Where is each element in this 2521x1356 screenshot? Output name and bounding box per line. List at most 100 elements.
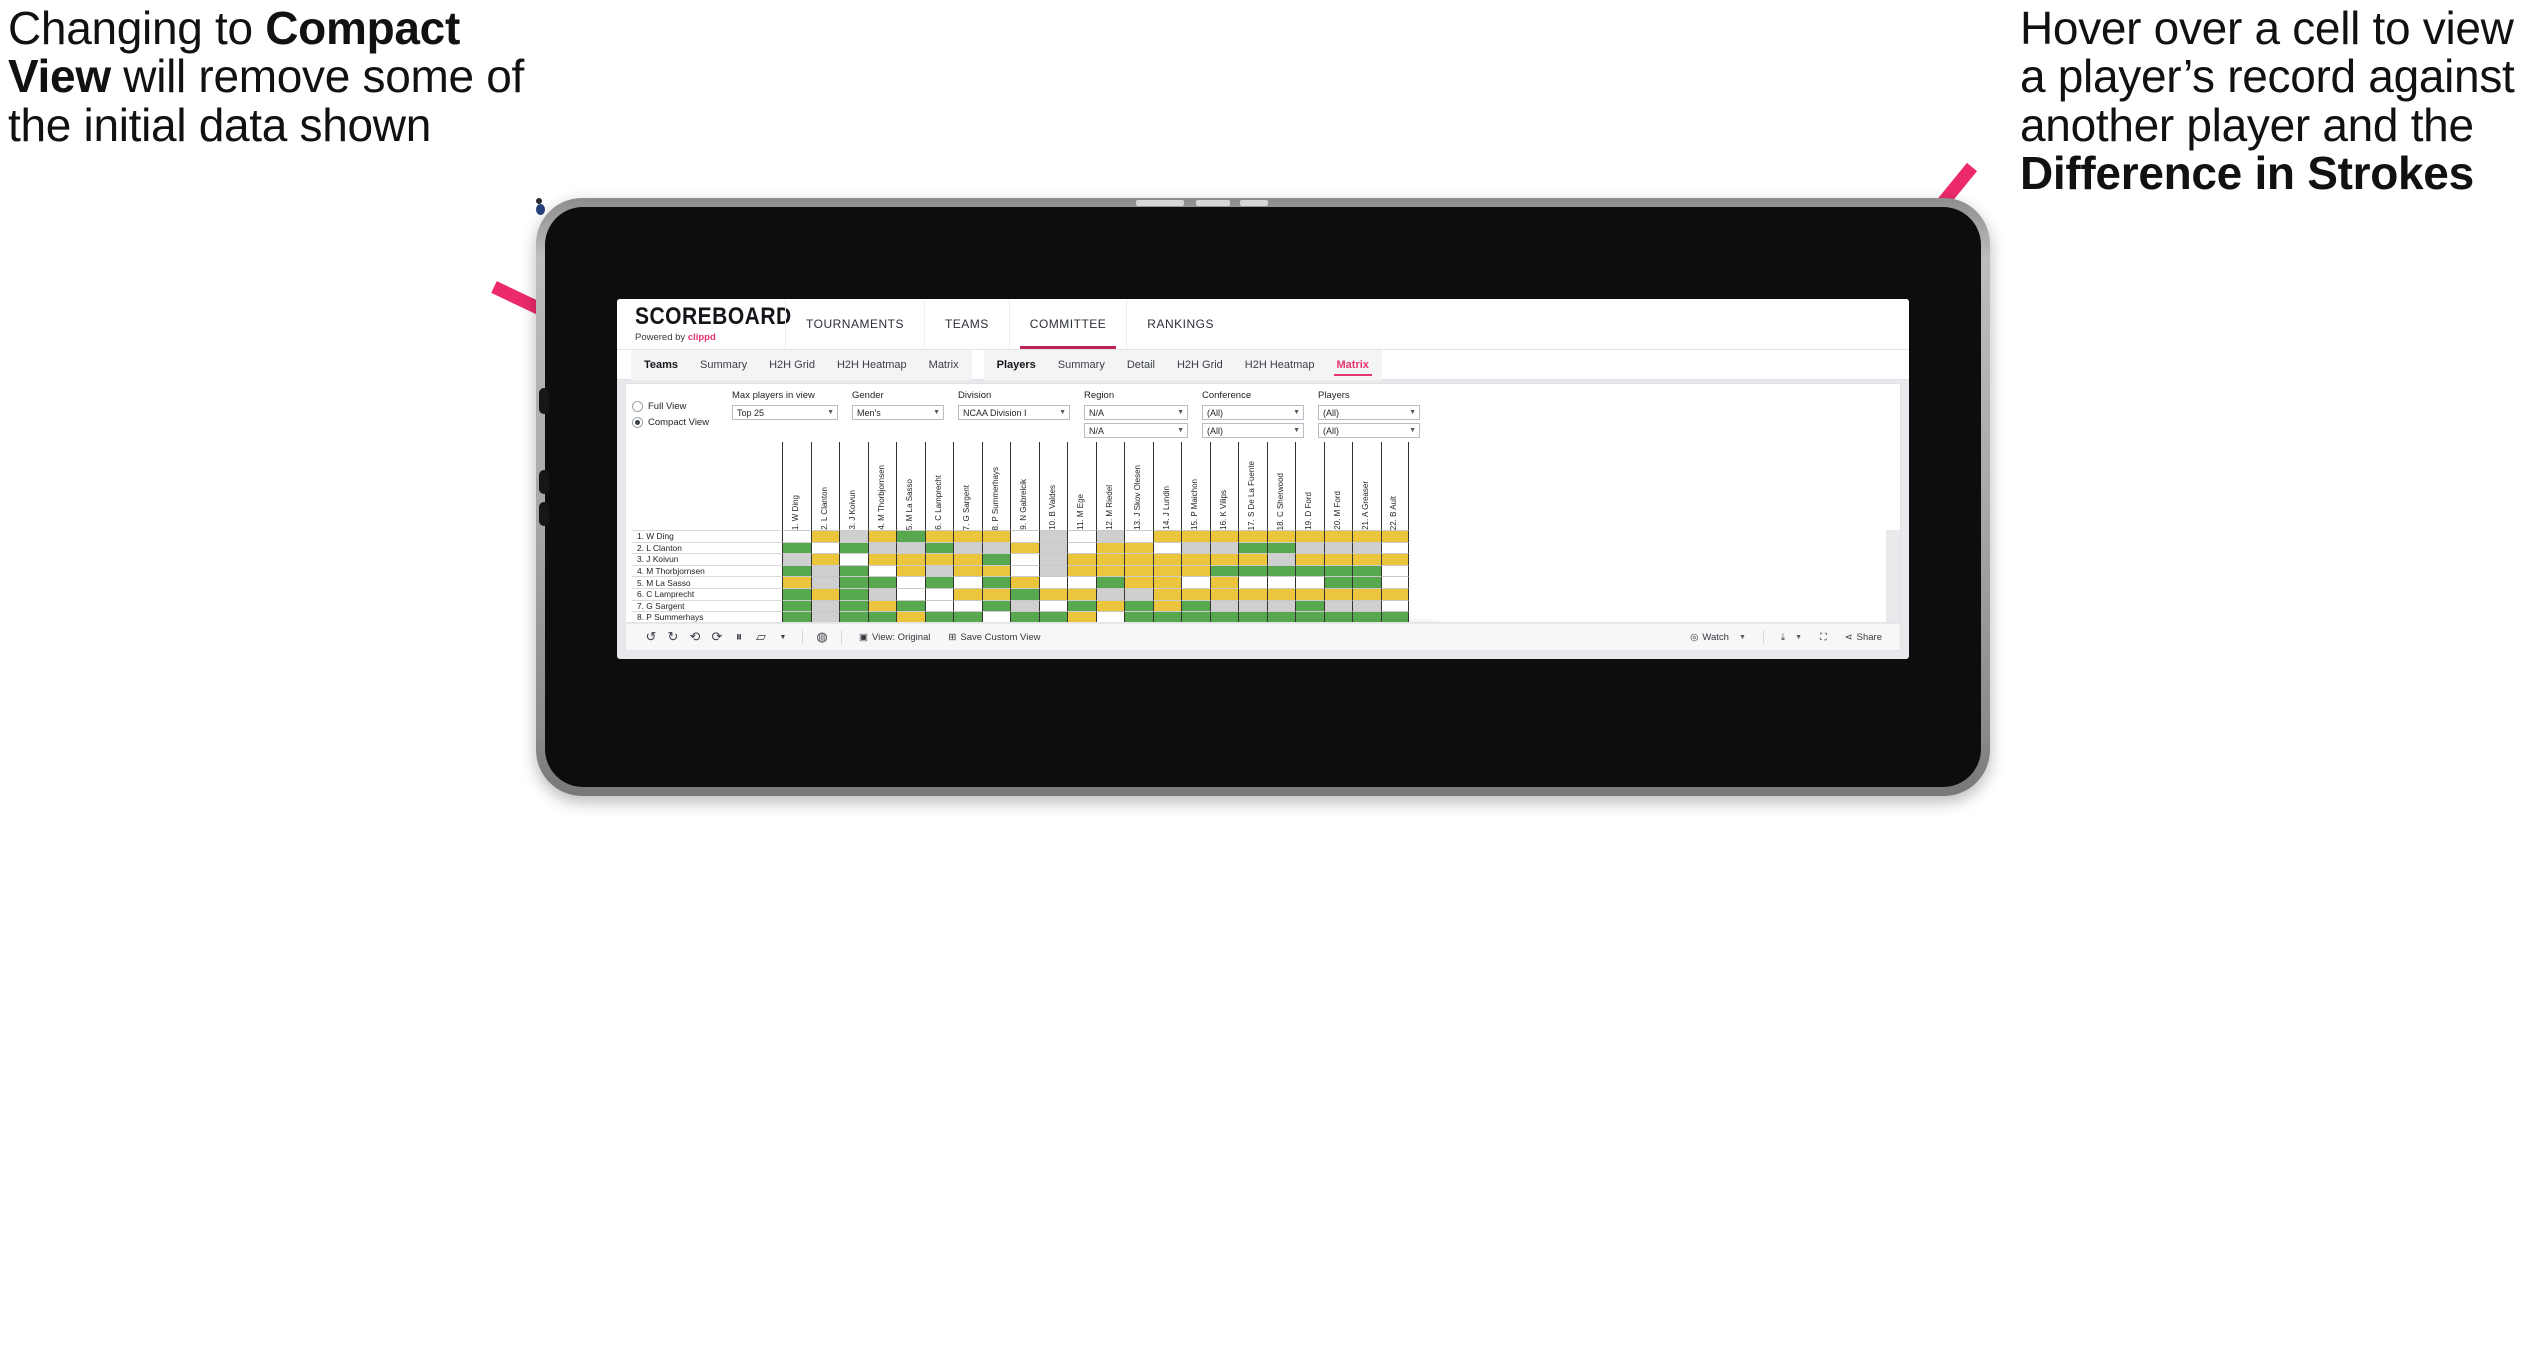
download-button[interactable]: ⤓ ▼ — [1772, 624, 1811, 651]
matrix-cell[interactable] — [782, 599, 811, 612]
matrix-cell[interactable] — [1352, 530, 1381, 542]
matrix-cell[interactable] — [1010, 530, 1039, 542]
revert-icon[interactable]: ⟲ — [684, 624, 706, 651]
matrix-cell[interactable] — [810, 587, 839, 600]
matrix-cell[interactable] — [1352, 587, 1381, 600]
matrix-cell[interactable] — [839, 576, 868, 588]
matrix-cell[interactable] — [953, 530, 982, 542]
matrix-cell[interactable] — [1323, 541, 1352, 554]
matrix-cell[interactable] — [867, 587, 896, 600]
matrix-cell[interactable] — [1038, 530, 1067, 542]
matrix-cell[interactable] — [1181, 611, 1210, 622]
tablet-button-top[interactable] — [539, 388, 549, 414]
subnav-players-summary[interactable]: Summary — [1047, 350, 1116, 380]
matrix-cell[interactable] — [924, 587, 953, 600]
matrix-cell[interactable] — [1010, 587, 1039, 600]
matrix-cell[interactable] — [1238, 599, 1267, 612]
filter-conference-select-1[interactable]: (All) ▼ — [1202, 405, 1304, 420]
matrix-cell[interactable] — [1295, 587, 1324, 600]
matrix-cell[interactable] — [924, 553, 953, 565]
matrix-cell[interactable] — [981, 611, 1010, 622]
matrix-cell[interactable] — [1380, 611, 1409, 622]
matrix-cell[interactable] — [1209, 599, 1238, 612]
matrix-cell[interactable] — [1010, 599, 1039, 612]
matrix-cell[interactable] — [1295, 576, 1324, 588]
matrix-cell[interactable] — [896, 611, 925, 622]
matrix-cell[interactable] — [1323, 576, 1352, 588]
redo-icon[interactable]: ↻ — [662, 624, 684, 651]
matrix-cell[interactable] — [1238, 564, 1267, 577]
matrix-cell[interactable] — [1266, 599, 1295, 612]
view-original-button[interactable]: ▣ View: Original — [850, 624, 939, 651]
filter-players-select-2[interactable]: (All) ▼ — [1318, 423, 1420, 438]
matrix-cell[interactable] — [1266, 611, 1295, 622]
matrix-cell[interactable] — [1152, 611, 1181, 622]
matrix-cell[interactable] — [1124, 541, 1153, 554]
matrix-cell[interactable] — [981, 587, 1010, 600]
matrix-cell[interactable] — [924, 611, 953, 622]
matrix-cell[interactable] — [839, 611, 868, 622]
matrix-cell[interactable] — [896, 599, 925, 612]
matrix-cell[interactable] — [839, 553, 868, 565]
matrix-cell[interactable] — [1295, 564, 1324, 577]
matrix-cell[interactable] — [1124, 553, 1153, 565]
matrix-cell[interactable] — [896, 564, 925, 577]
matrix-cell[interactable] — [1067, 599, 1096, 612]
matrix-cell[interactable] — [1209, 553, 1238, 565]
subnav-teams-h2h-heatmap[interactable]: H2H Heatmap — [826, 350, 918, 380]
matrix-cell[interactable] — [1124, 587, 1153, 600]
matrix-cell[interactable] — [1010, 611, 1039, 622]
matrix-cell[interactable] — [1209, 576, 1238, 588]
matrix-cell[interactable] — [1380, 530, 1409, 542]
subnav-teams-matrix[interactable]: Matrix — [918, 350, 970, 380]
matrix-cell[interactable] — [953, 564, 982, 577]
subnav-players-matrix[interactable]: Matrix — [1326, 350, 1380, 380]
matrix-cell[interactable] — [1238, 587, 1267, 600]
matrix-cell[interactable] — [1038, 553, 1067, 565]
matrix-cell[interactable] — [867, 611, 896, 622]
matrix-cell[interactable] — [1181, 553, 1210, 565]
matrix-cell[interactable] — [1380, 541, 1409, 554]
matrix-cell[interactable] — [1067, 564, 1096, 577]
undo-icon[interactable]: ↺ — [640, 624, 662, 651]
matrix-cell[interactable] — [1010, 553, 1039, 565]
matrix-cell[interactable] — [896, 587, 925, 600]
matrix-cell[interactable] — [896, 530, 925, 542]
matrix-cell[interactable] — [1238, 576, 1267, 588]
matrix-cell[interactable] — [1238, 611, 1267, 622]
matrix-cell[interactable] — [1323, 530, 1352, 542]
matrix-cell[interactable] — [1038, 587, 1067, 600]
matrix-cell[interactable] — [953, 611, 982, 622]
matrix-cell[interactable] — [1295, 541, 1324, 554]
matrix-cell[interactable] — [1380, 553, 1409, 565]
matrix-cell[interactable] — [953, 553, 982, 565]
matrix-cell[interactable] — [1067, 587, 1096, 600]
matrix-cell[interactable] — [1067, 541, 1096, 554]
subnav-players-detail[interactable]: Detail — [1116, 350, 1166, 380]
matrix-cell[interactable] — [1152, 541, 1181, 554]
matrix-cell[interactable] — [1295, 611, 1324, 622]
matrix-cell[interactable] — [1095, 576, 1124, 588]
matrix-cell[interactable] — [1181, 576, 1210, 588]
matrix-cell[interactable] — [1181, 587, 1210, 600]
matrix-cell[interactable] — [1152, 564, 1181, 577]
matrix-cell[interactable] — [810, 541, 839, 554]
matrix-cell[interactable] — [1181, 564, 1210, 577]
matrix-cell[interactable] — [1152, 576, 1181, 588]
matrix-cell[interactable] — [1352, 541, 1381, 554]
filter-max-players-select[interactable]: Top 25 ▼ — [732, 405, 838, 420]
matrix-cell[interactable] — [867, 576, 896, 588]
filter-players-select-1[interactable]: (All) ▼ — [1318, 405, 1420, 420]
matrix-cell[interactable] — [1266, 564, 1295, 577]
matrix-cell[interactable] — [1380, 576, 1409, 588]
matrix-cell[interactable] — [981, 530, 1010, 542]
matrix-cell[interactable] — [810, 611, 839, 622]
matrix-cell[interactable] — [924, 576, 953, 588]
matrix-cell[interactable] — [1124, 599, 1153, 612]
matrix-cell[interactable] — [981, 576, 1010, 588]
radio-compact-view[interactable]: Compact View — [632, 417, 718, 428]
matrix-cell[interactable] — [1067, 611, 1096, 622]
matrix-cell[interactable] — [1152, 553, 1181, 565]
matrix-cell[interactable] — [1266, 576, 1295, 588]
matrix-cell[interactable] — [1380, 599, 1409, 612]
